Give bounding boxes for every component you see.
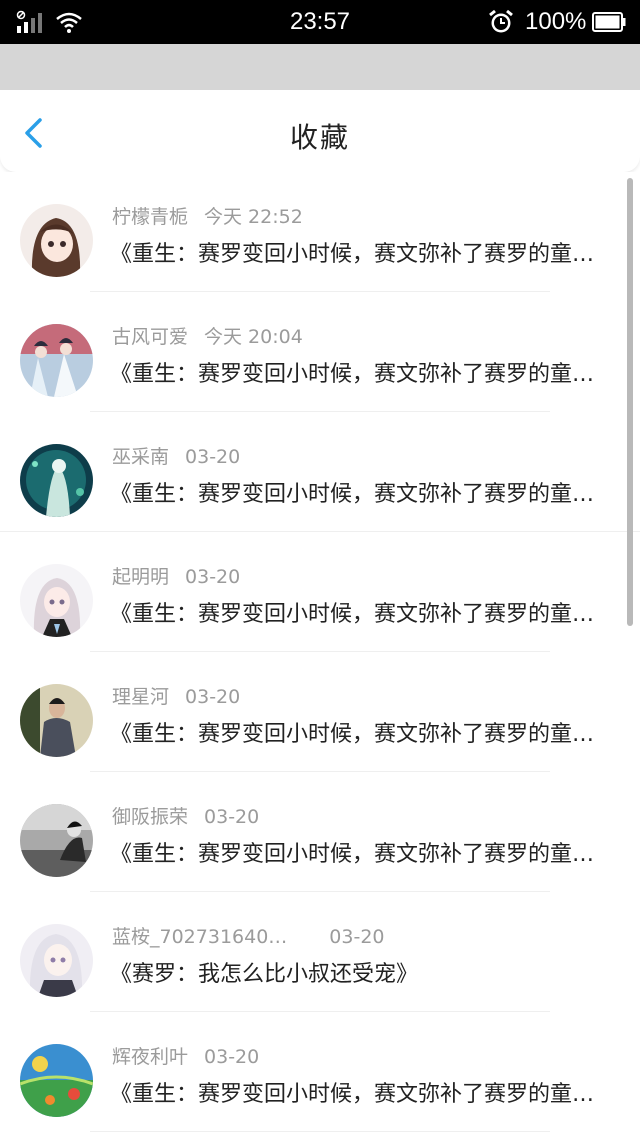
story-title: 《重生：赛罗变回小时候，赛文弥补了赛罗的童年》 (110, 842, 605, 867)
divider (90, 1131, 550, 1132)
avatar[interactable] (20, 564, 93, 637)
timestamp: 03-20 (204, 806, 260, 828)
timestamp: 03-20 (329, 926, 385, 948)
author-name: 古风可爱 (112, 326, 189, 348)
list-item[interactable]: 御阪振荣 03-20 《重生：赛罗变回小时候，赛文弥补了赛罗的童年》 (0, 772, 640, 892)
author-name: 理星河 (112, 686, 170, 708)
timestamp: 03-20 (204, 1046, 260, 1068)
avatar[interactable] (20, 804, 93, 877)
author-name: 辉夜利叶 (112, 1046, 189, 1068)
avatar[interactable] (20, 684, 93, 757)
story-title: 《重生：赛罗变回小时候，赛文弥补了赛罗的童年》 (110, 602, 605, 627)
scrollbar[interactable] (627, 178, 633, 626)
timestamp: 今天 22:52 (204, 206, 303, 228)
author-name: 柠檬青栀 (112, 206, 189, 228)
story-title: 《重生：赛罗变回小时候，赛文弥补了赛罗的童年》 (110, 1082, 605, 1107)
timestamp: 03-20 (185, 686, 241, 708)
timestamp: 03-20 (185, 446, 241, 468)
avatar[interactable] (20, 924, 93, 997)
author-name: 巫采南 (112, 446, 170, 468)
list-item[interactable]: 辉夜利叶 03-20 《重生：赛罗变回小时候，赛文弥补了赛罗的童年》 (0, 1012, 640, 1132)
list-item[interactable]: 理星河 03-20 《重生：赛罗变回小时候，赛文弥补了赛罗的童年》 (0, 652, 640, 772)
list-item[interactable]: 起明明 03-20 《重生：赛罗变回小时候，赛文弥补了赛罗的童年》 (0, 532, 640, 652)
avatar[interactable] (20, 1044, 93, 1117)
story-title: 《重生：赛罗变回小时候，赛文弥补了赛罗的童年》 (110, 722, 605, 747)
avatar[interactable] (20, 444, 93, 517)
author-name: 起明明 (112, 566, 170, 588)
list-item[interactable]: 巫采南 03-20 《重生：赛罗变回小时候，赛文弥补了赛罗的童年》 (0, 412, 640, 532)
story-title: 《重生：赛罗变回小时候，赛文弥补了赛罗的童年》 (110, 242, 605, 267)
list-item[interactable]: 古风可爱 今天 20:04 《重生：赛罗变回小时候，赛文弥补了赛罗的童年》 (0, 292, 640, 412)
battery-percentage: 100% (525, 8, 587, 35)
timestamp: 今天 20:04 (204, 326, 303, 348)
story-title: 《赛罗：我怎么比小叔还受宠》 (110, 962, 419, 987)
page-title: 收藏 (289, 121, 350, 154)
avatar[interactable] (20, 324, 93, 397)
favorites-list: 柠檬青栀 今天 22:52 《重生：赛罗变回小时候，赛文弥补了赛罗的童年》 古风可… (0, 172, 640, 1138)
battery-icon (592, 12, 626, 32)
author-name: 蓝桉_702731640… (112, 926, 288, 948)
story-title: 《重生：赛罗变回小时候，赛文弥补了赛罗的童年》 (110, 362, 605, 387)
avatar[interactable] (20, 204, 93, 277)
list-item[interactable]: 蓝桉_702731640… 03-20 《赛罗：我怎么比小叔还受宠》 (0, 892, 640, 1012)
navigation-header: 收藏 (0, 90, 640, 172)
list-item[interactable]: 柠檬青栀 今天 22:52 《重生：赛罗变回小时候，赛文弥补了赛罗的童年》 (0, 172, 640, 292)
top-spacer-band (0, 44, 640, 90)
status-bar: 23:57 100% (0, 0, 640, 44)
story-title: 《重生：赛罗变回小时候，赛文弥补了赛罗的童年》 (110, 482, 605, 507)
author-name: 御阪振荣 (112, 806, 189, 828)
alarm-icon (489, 9, 513, 33)
timestamp: 03-20 (185, 566, 241, 588)
